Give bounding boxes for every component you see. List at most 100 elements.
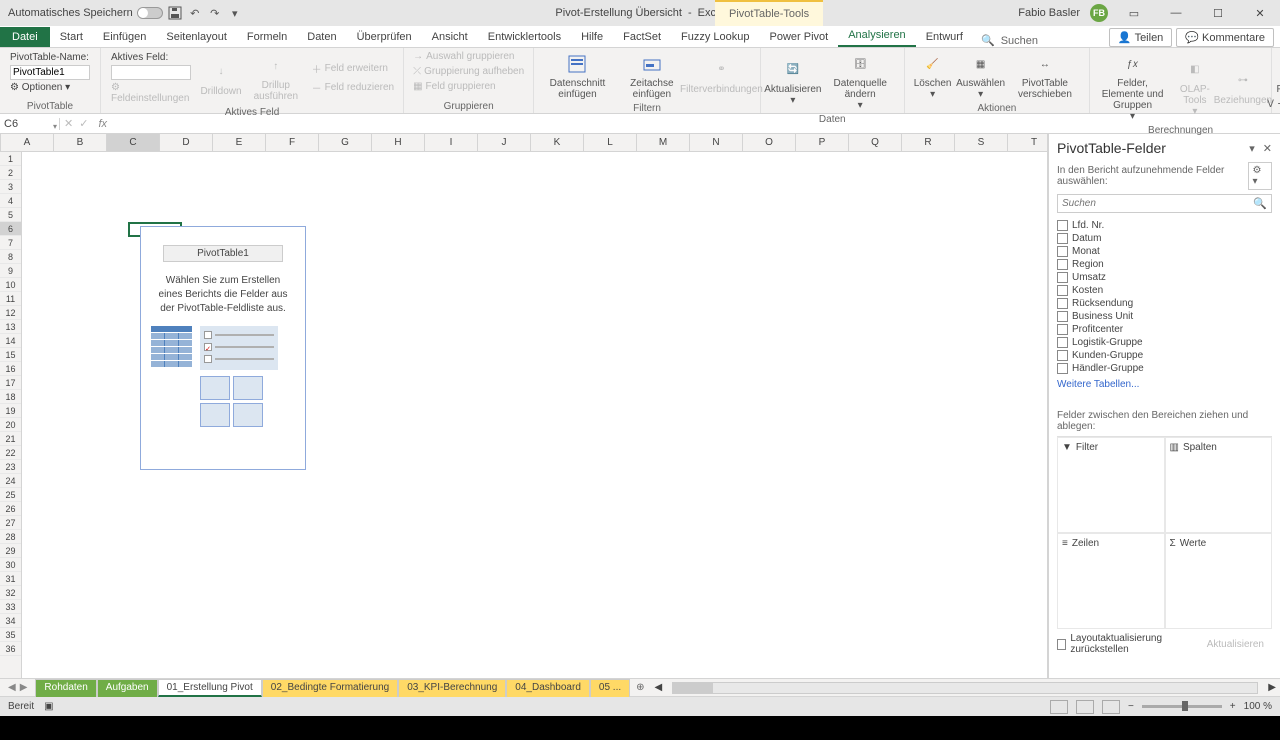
pane-dropdown-icon[interactable]: ▾ <box>1249 142 1255 155</box>
field-settings-button[interactable]: ⚙ Feldeinstellungen <box>111 82 191 104</box>
col-header[interactable]: P <box>796 134 849 151</box>
field-checkbox[interactable] <box>1057 311 1068 322</box>
pane-close-icon[interactable]: ✕ <box>1263 142 1272 155</box>
col-header[interactable]: D <box>160 134 213 151</box>
sheet-tab[interactable]: 04_Dashboard <box>506 679 590 697</box>
col-header[interactable]: A <box>1 134 54 151</box>
update-button[interactable]: Aktualisieren <box>1199 637 1272 652</box>
share-button[interactable]: 👤 Teilen <box>1109 28 1172 47</box>
row-header[interactable]: 5 <box>0 208 21 222</box>
row-header[interactable]: 26 <box>0 502 21 516</box>
row-header[interactable]: 29 <box>0 544 21 558</box>
field-item[interactable]: Kosten <box>1057 284 1272 297</box>
relationships-button[interactable]: ⊶Beziehungen <box>1221 50 1265 124</box>
page-break-view-icon[interactable] <box>1102 700 1120 714</box>
row-header[interactable]: 24 <box>0 474 21 488</box>
col-header[interactable]: O <box>743 134 796 151</box>
user-avatar[interactable]: FB <box>1090 4 1108 22</box>
options-button[interactable]: ⚙ Optionen ▾ <box>10 82 90 93</box>
collapse-ribbon-icon[interactable]: ᐯ <box>1267 99 1274 110</box>
ungroup-button[interactable]: ⤫ Gruppierung aufheben <box>410 65 527 78</box>
comments-button[interactable]: 💬 Kommentare <box>1176 28 1274 47</box>
hscroll-left-icon[interactable]: ◀ <box>655 682 663 693</box>
row-header[interactable]: 15 <box>0 348 21 362</box>
maximize-icon[interactable]: ☐ <box>1202 0 1234 26</box>
row-header[interactable]: 3 <box>0 180 21 194</box>
col-header[interactable]: F <box>266 134 319 151</box>
tab-einfuegen[interactable]: Einfügen <box>93 28 156 47</box>
col-header[interactable]: B <box>54 134 107 151</box>
drilldown-button[interactable]: ↓Drilldown <box>199 50 243 106</box>
close-icon[interactable]: ✕ <box>1244 0 1276 26</box>
worksheet-grid[interactable]: ABCDEFGHIJKLMNOPQRST 1234567891011121314… <box>0 134 1048 678</box>
tab-ansicht[interactable]: Ansicht <box>422 28 478 47</box>
col-header[interactable]: H <box>372 134 425 151</box>
cancel-formula-icon[interactable]: ✕ <box>64 117 73 130</box>
search-icon[interactable]: 🔍 <box>1249 195 1271 212</box>
col-header[interactable]: C <box>107 134 160 151</box>
col-header[interactable]: Q <box>849 134 902 151</box>
row-header[interactable]: 13 <box>0 320 21 334</box>
row-header[interactable]: 33 <box>0 600 21 614</box>
group-field-button[interactable]: ▦ Feld gruppieren <box>410 80 527 93</box>
row-header[interactable]: 36 <box>0 642 21 656</box>
row-header[interactable]: 25 <box>0 488 21 502</box>
refresh-button[interactable]: 🔄Aktualisieren▾ <box>767 50 819 113</box>
tab-formeln[interactable]: Formeln <box>237 28 297 47</box>
field-search[interactable]: 🔍 <box>1057 194 1272 213</box>
tab-analysieren[interactable]: Analysieren <box>838 26 915 47</box>
drop-area-filter[interactable]: ▼ Filter <box>1057 437 1165 533</box>
undo-icon[interactable]: ↶ <box>187 5 203 21</box>
ribbon-display-icon[interactable]: ▭ <box>1118 0 1150 26</box>
olap-tools-button[interactable]: ◧OLAP-Tools▾ <box>1173 50 1217 124</box>
tab-start[interactable]: Start <box>50 28 93 47</box>
sheet-tab[interactable]: 01_Erstellung Pivot <box>158 679 262 697</box>
field-item[interactable]: Monat <box>1057 245 1272 258</box>
change-source-button[interactable]: 🗄Datenquelle ändern▾ <box>823 50 898 113</box>
col-header[interactable]: L <box>584 134 637 151</box>
row-header[interactable]: 21 <box>0 432 21 446</box>
tab-powerpivot[interactable]: Power Pivot <box>760 28 839 47</box>
field-checkbox[interactable] <box>1057 272 1068 283</box>
tab-fuzzylookup[interactable]: Fuzzy Lookup <box>671 28 759 47</box>
row-header[interactable]: 10 <box>0 278 21 292</box>
page-layout-view-icon[interactable] <box>1076 700 1094 714</box>
accept-formula-icon[interactable]: ✓ <box>79 117 88 130</box>
field-checkbox[interactable] <box>1057 233 1068 244</box>
drop-area-columns[interactable]: ▥ Spalten <box>1165 437 1273 533</box>
sheet-tab[interactable]: 03_KPI-Berechnung <box>398 679 506 697</box>
drop-area-rows[interactable]: ≡ Zeilen <box>1057 533 1165 629</box>
normal-view-icon[interactable] <box>1050 700 1068 714</box>
field-checkbox[interactable] <box>1057 246 1068 257</box>
horizontal-scrollbar[interactable] <box>672 682 1258 694</box>
pivot-placeholder[interactable]: PivotTable1 Wählen Sie zum Erstellen ein… <box>140 226 306 470</box>
row-header[interactable]: 16 <box>0 362 21 376</box>
select-all-button[interactable] <box>0 134 1 151</box>
minimize-icon[interactable]: — <box>1160 0 1192 26</box>
drillup-button[interactable]: ↑Drillup ausführen <box>247 50 305 106</box>
field-item[interactable]: Business Unit <box>1057 310 1272 323</box>
row-header[interactable]: 1 <box>0 152 21 166</box>
row-header[interactable]: 8 <box>0 250 21 264</box>
row-header[interactable]: 31 <box>0 572 21 586</box>
drop-area-values[interactable]: Σ Werte <box>1165 533 1273 629</box>
sheet-tab[interactable]: 02_Bedingte Formatierung <box>262 679 398 697</box>
field-item[interactable]: Profitcenter <box>1057 323 1272 336</box>
row-header[interactable]: 6 <box>0 222 21 236</box>
sheet-nav-next-icon[interactable]: ▶ <box>20 682 28 693</box>
field-checkbox[interactable] <box>1057 324 1068 335</box>
add-sheet-icon[interactable]: ⊕ <box>630 682 650 693</box>
row-header[interactable]: 9 <box>0 264 21 278</box>
tab-daten[interactable]: Daten <box>297 28 346 47</box>
col-header[interactable]: T <box>1008 134 1048 151</box>
field-checkbox[interactable] <box>1057 285 1068 296</box>
field-checkbox[interactable] <box>1057 259 1068 270</box>
sheet-nav-prev-icon[interactable]: ◀ <box>8 682 16 693</box>
col-header[interactable]: E <box>213 134 266 151</box>
col-header[interactable]: I <box>425 134 478 151</box>
field-item[interactable]: Datum <box>1057 232 1272 245</box>
search-tab[interactable]: 🔍 Suchen <box>973 34 1046 47</box>
field-item[interactable]: Händler-Gruppe <box>1057 362 1272 375</box>
tab-ueberpruefen[interactable]: Überprüfen <box>347 28 422 47</box>
row-header[interactable]: 27 <box>0 516 21 530</box>
